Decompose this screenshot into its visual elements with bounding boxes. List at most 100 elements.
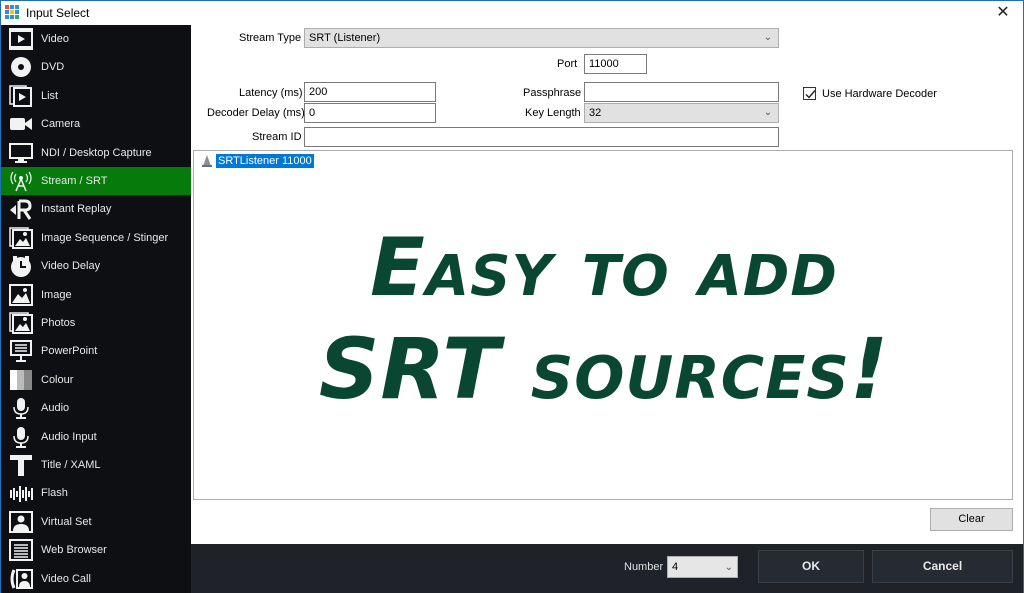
sidebar-item-powerpoint[interactable]: PowerPoint (1, 337, 191, 365)
sidebar-item-label: Audio (41, 402, 70, 415)
list-item[interactable]: SRTListener 11000 (200, 154, 314, 168)
video-icon (8, 27, 34, 51)
video-call-icon (8, 567, 34, 591)
input-select-window: Input Select ✕ Video DVD List Camera NDI / D… (0, 0, 1024, 593)
audio-input-icon (8, 425, 34, 449)
antenna-icon (8, 169, 34, 193)
vlc-cone-icon (202, 155, 212, 167)
sidebar-item-photos[interactable]: Photos (1, 309, 191, 337)
source-list[interactable]: SRTListener 11000 Easy to add SRT source… (193, 150, 1013, 500)
flash-icon (8, 481, 34, 505)
clear-button[interactable]: Clear (930, 508, 1013, 531)
sidebar-item-list[interactable]: List (1, 82, 191, 110)
number-value: 4 (672, 561, 679, 573)
sidebar-item-label: PowerPoint (41, 345, 98, 358)
sidebar-item-label: Title / XAML (41, 459, 101, 471)
sidebar-item-label: Flash (41, 487, 68, 500)
monitor-icon (8, 141, 34, 165)
sidebar-item-label: Video (41, 33, 69, 45)
latency-field[interactable]: 200 (304, 82, 436, 102)
sidebar-item-label: List (41, 89, 59, 102)
hardware-decoder-option[interactable]: Use Hardware Decoder (803, 87, 937, 100)
decoder-delay-field[interactable]: 0 (304, 103, 436, 123)
sidebar-item-image-sequence-stinger[interactable]: Image Sequence / Stinger (1, 224, 191, 252)
photos-icon (8, 311, 34, 335)
list-item-label: SRTListener 11000 (216, 154, 314, 168)
presentation-icon (8, 339, 34, 363)
sidebar-item-web-browser[interactable]: Web Browser (1, 536, 191, 564)
hardware-decoder-label: Use Hardware Decoder (822, 87, 937, 100)
sidebar-item-label: NDI / Desktop Capture (41, 146, 152, 159)
sidebar-item-instant-replay[interactable]: Instant Replay (1, 195, 191, 223)
key-length-value: 32 (589, 107, 602, 119)
title-bar: Input Select ✕ (1, 1, 1023, 25)
passphrase-label: Passphrase (523, 87, 582, 99)
sidebar-item-audio[interactable]: Audio (1, 394, 191, 422)
window-title: Input Select (26, 6, 90, 20)
sidebar-item-label: Image (41, 288, 72, 301)
latency-label: Latency (ms) (239, 87, 303, 99)
image-sequence-icon (8, 226, 34, 250)
sidebar-item-label: Stream / SRT (41, 175, 108, 187)
clock-icon (8, 254, 34, 278)
sidebar-item-label: Audio Input (41, 430, 97, 443)
sidebar-item-stream-srt[interactable]: Stream / SRT (1, 167, 191, 195)
sidebar-item-label: Video Delay (41, 260, 101, 273)
sidebar-item-label: Virtual Set (41, 515, 92, 528)
chevron-down-icon: ⌄ (724, 562, 733, 573)
title-icon (8, 453, 34, 477)
input-type-sidebar: Video DVD List Camera NDI / Desktop Capture S… (1, 25, 191, 593)
stream-type-label: Stream Type (239, 32, 302, 44)
port-field[interactable]: 11000 (584, 54, 647, 74)
image-icon (8, 283, 34, 307)
virtual-set-icon (8, 510, 34, 534)
stream-id-field[interactable] (304, 127, 779, 147)
sidebar-item-video[interactable]: Video (1, 25, 191, 53)
sidebar-item-video-delay[interactable]: Video Delay (1, 252, 191, 280)
sidebar-item-image[interactable]: Image (1, 281, 191, 309)
chevron-down-icon: ⌄ (763, 32, 773, 43)
ok-button[interactable]: OK (758, 550, 864, 583)
decoder-delay-label: Decoder Delay (ms) (207, 107, 305, 119)
colour-icon (8, 368, 34, 392)
sidebar-item-video-call[interactable]: Video Call (1, 565, 191, 593)
sidebar-item-flash[interactable]: Flash (1, 479, 191, 507)
promo-headline-line2: SRT sources! (318, 320, 890, 418)
key-length-label: Key Length (525, 107, 581, 119)
sidebar-item-label: Colour (41, 373, 74, 386)
hardware-decoder-checkbox[interactable] (803, 87, 816, 100)
web-browser-icon (8, 538, 34, 562)
sidebar-item-label: Photos (41, 317, 76, 329)
sidebar-item-ndi-desktop-capture[interactable]: NDI / Desktop Capture (1, 139, 191, 167)
passphrase-field[interactable] (584, 82, 779, 102)
sidebar-item-dvd[interactable]: DVD (1, 53, 191, 81)
stream-type-select[interactable]: SRT (Listener) ⌄ (304, 28, 779, 48)
sidebar-item-title-xaml[interactable]: Title / XAML (1, 451, 191, 479)
stream-type-value: SRT (Listener) (309, 32, 381, 44)
sidebar-item-virtual-set[interactable]: Virtual Set (1, 508, 191, 536)
sidebar-item-colour[interactable]: Colour (1, 366, 191, 394)
cancel-button[interactable]: Cancel (872, 550, 1013, 583)
replay-icon (8, 197, 34, 221)
promo-headline-line1: Easy to add (370, 221, 838, 314)
key-length-select[interactable]: 32 ⌄ (584, 103, 779, 123)
sidebar-item-label: Instant Replay (41, 203, 112, 216)
port-label: Port (557, 58, 578, 70)
camera-icon (8, 112, 34, 136)
number-select[interactable]: 4 ⌄ (667, 556, 738, 578)
chevron-down-icon: ⌄ (763, 107, 773, 118)
close-button[interactable]: ✕ (991, 3, 1015, 23)
stream-id-label: Stream ID (252, 131, 302, 143)
dvd-icon (8, 55, 34, 79)
sidebar-item-label: DVD (41, 61, 65, 74)
sidebar-item-label: Camera (41, 118, 81, 131)
checkmark-icon (805, 90, 816, 99)
app-grid-icon (5, 5, 21, 21)
list-icon (8, 84, 34, 108)
sidebar-item-label: Web Browser (41, 544, 107, 557)
sidebar-item-camera[interactable]: Camera (1, 110, 191, 138)
sidebar-item-label: Video Call (41, 572, 91, 585)
number-label: Number (624, 561, 664, 573)
close-icon: ✕ (996, 4, 1010, 21)
sidebar-item-audio-input[interactable]: Audio Input (1, 423, 191, 451)
